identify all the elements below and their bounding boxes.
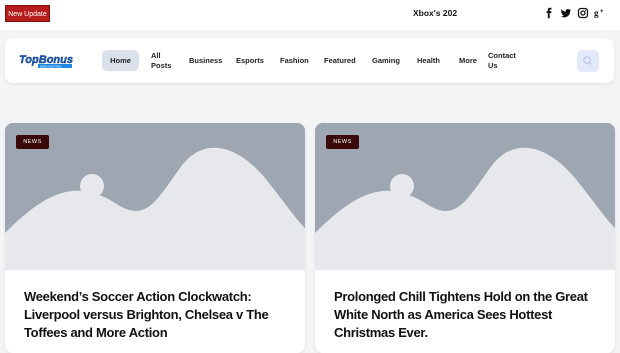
nav-all-posts[interactable]: All Posts — [151, 51, 173, 71]
nav-health[interactable]: Health — [417, 56, 440, 66]
facebook-icon[interactable] — [543, 7, 555, 19]
post-title[interactable]: Weekend’s Soccer Action Clockwatch: Live… — [24, 288, 294, 342]
site-logo[interactable]: TopBonus WEB HOSTING — [18, 52, 74, 69]
search-icon — [583, 56, 592, 65]
nav-business[interactable]: Business — [189, 56, 222, 66]
search-button[interactable] — [577, 50, 599, 72]
instagram-icon[interactable] — [577, 7, 589, 19]
news-tag[interactable]: NEWS — [16, 135, 49, 149]
news-ticker[interactable]: Xbox's 202 — [413, 8, 457, 18]
nav-home[interactable]: Home — [102, 50, 139, 71]
image-placeholder-icon — [315, 123, 615, 270]
top-bar: New Update Xbox's 202 g + — [0, 0, 620, 30]
new-update-badge: New Update — [5, 5, 50, 22]
post-card[interactable]: NEWS Weekend’s Soccer Action Clockwatch:… — [5, 123, 305, 353]
post-image-placeholder[interactable]: NEWS — [5, 123, 305, 270]
googleplus-icon[interactable]: g + — [594, 7, 606, 19]
nav-esports[interactable]: Esports — [236, 56, 264, 66]
twitter-icon[interactable] — [560, 7, 572, 19]
post-card[interactable]: NEWS Prolonged Chill Tightens Hold on th… — [315, 123, 615, 353]
nav-gaming[interactable]: Gaming — [372, 56, 400, 66]
svg-text:+: + — [600, 9, 604, 15]
nav-fashion[interactable]: Fashion — [280, 56, 309, 66]
post-image-placeholder[interactable]: NEWS — [315, 123, 615, 270]
nav-contact-us[interactable]: Contact Us — [488, 51, 516, 71]
post-title[interactable]: Prolonged Chill Tightens Hold on the Gre… — [334, 288, 604, 342]
main-navbar: TopBonus WEB HOSTING Home All Posts Busi… — [5, 38, 614, 83]
svg-text:g: g — [594, 8, 599, 18]
nav-more[interactable]: More — [459, 56, 477, 66]
news-tag[interactable]: NEWS — [326, 135, 359, 149]
image-placeholder-icon — [5, 123, 305, 270]
nav-featured[interactable]: Featured — [324, 56, 356, 66]
logo-subtext: WEB HOSTING — [40, 64, 62, 68]
